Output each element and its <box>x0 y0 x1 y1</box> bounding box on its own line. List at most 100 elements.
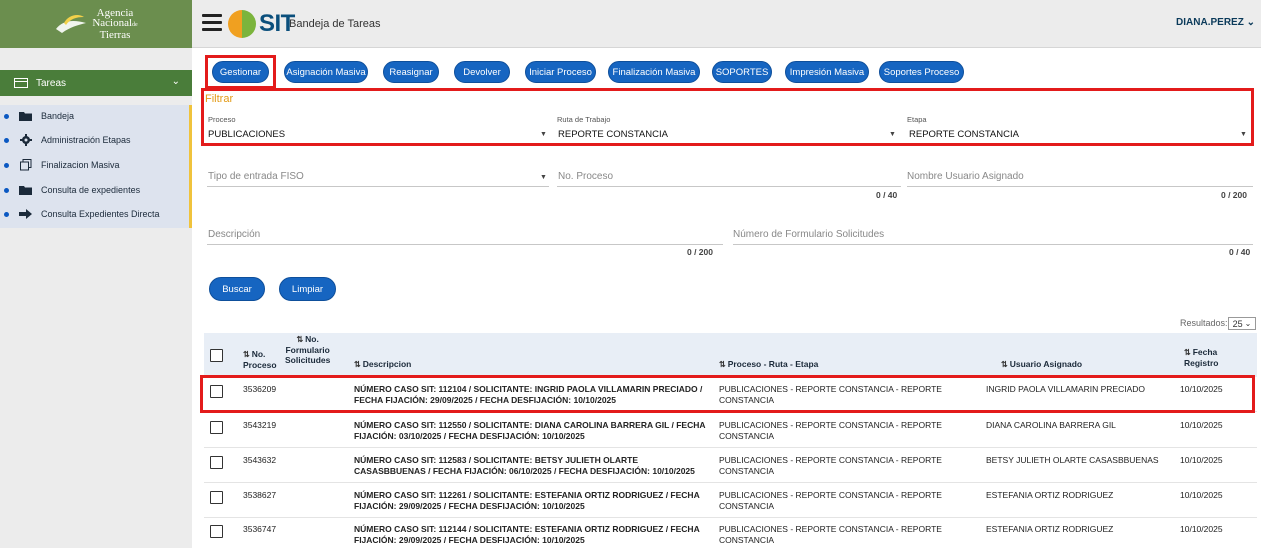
tipo-entrada-select[interactable]: Tipo de entrada FISO <box>208 171 304 182</box>
finalizacion-masiva-button[interactable]: Finalización Masiva <box>608 61 700 83</box>
user-menu[interactable]: DIANA.PEREZ ⌄ <box>1176 17 1255 28</box>
table-row[interactable]: 3536209 NÚMERO CASO SIT: 112104 / SOLICI… <box>204 378 1257 412</box>
user-name: DIANA.PEREZ <box>1176 17 1244 28</box>
table-row[interactable]: 3543219 NÚMERO CASO SIT: 112550 / SOLICI… <box>204 414 1257 448</box>
tipo-entrada-underline <box>207 186 549 187</box>
no-proceso-counter: 0 / 40 <box>876 190 898 200</box>
cell-descripcion: NÚMERO CASO SIT: 112583 / SOLICITANTE: B… <box>354 455 695 476</box>
cell-proceso-ruta-etapa: PUBLICACIONES - REPORTE CONSTANCIA - REP… <box>719 524 942 545</box>
bullet-icon <box>4 211 9 217</box>
gestionar-button[interactable]: Gestionar <box>212 61 269 83</box>
hamburger-menu-icon[interactable] <box>202 14 222 32</box>
cell-descripcion: NÚMERO CASO SIT: 112261 / SOLICITANTE: E… <box>354 490 700 511</box>
etapa-label: Etapa <box>907 115 927 124</box>
cell-no-proceso: 3543632 <box>243 455 277 465</box>
folder-open-icon <box>19 112 32 121</box>
highlight-filtrar <box>201 88 1254 146</box>
cell-usuario-asignado: BETSY JULIETH OLARTE CASASBBUENAS <box>986 455 1159 465</box>
sit-circle-icon <box>228 10 256 38</box>
row-checkbox[interactable] <box>210 491 223 504</box>
agency-logo-text: Agencia Nacionalde Tierras <box>92 7 138 41</box>
soportes-button[interactable]: SOPORTES <box>712 61 772 83</box>
bullet-icon <box>4 137 9 143</box>
sidebar-item-administracion-etapas[interactable]: Administración Etapas <box>4 133 131 147</box>
gear-icon <box>20 134 32 146</box>
sort-icon[interactable]: ⇅ <box>243 350 250 359</box>
sort-icon[interactable]: ⇅ <box>1001 360 1008 369</box>
etapa-select[interactable]: REPORTE CONSTANCIA <box>909 129 1019 140</box>
sort-icon[interactable]: ⇅ <box>296 335 303 344</box>
cell-proceso-ruta-etapa: PUBLICACIONES - REPORTE CONSTANCIA - REP… <box>719 420 942 441</box>
row-checkbox[interactable] <box>210 456 223 469</box>
chevron-down-icon[interactable]: ▼ <box>540 131 547 138</box>
row-checkbox[interactable] <box>210 421 223 434</box>
cell-no-proceso: 3538627 <box>243 490 277 500</box>
iniciar-proceso-button[interactable]: Iniciar Proceso <box>525 61 596 83</box>
numero-formulario-counter: 0 / 40 <box>1229 247 1251 257</box>
bullet-icon <box>4 162 9 168</box>
sort-icon[interactable]: ⇅ <box>719 360 726 369</box>
cell-proceso-ruta-etapa: PUBLICACIONES - REPORTE CONSTANCIA - REP… <box>719 455 942 476</box>
descripcion-input[interactable]: Descripción <box>208 229 260 240</box>
row-checkbox[interactable] <box>210 525 223 538</box>
row-checkbox[interactable] <box>210 385 223 398</box>
header-descripcion[interactable]: ⇅ Descripcion <box>354 359 411 370</box>
agency-logo[interactable]: Agencia Nacionalde Tierras <box>0 0 192 48</box>
sidebar-item-consulta-expedientes-directa[interactable]: Consulta Expedientes Directa <box>4 207 160 221</box>
cell-fecha-registro: 10/10/2025 <box>1180 524 1223 534</box>
folder-open-icon <box>19 186 32 195</box>
header-usuario-asignado[interactable]: ⇅ Usuario Asignado <box>1001 359 1082 370</box>
arrow-right-icon <box>19 209 32 219</box>
buscar-button[interactable]: Buscar <box>209 277 265 301</box>
sidebar-item-bandeja[interactable]: Bandeja <box>4 109 74 123</box>
reasignar-button[interactable]: Reasignar <box>383 61 439 83</box>
cell-proceso-ruta-etapa: PUBLICACIONES - REPORTE CONSTANCIA - REP… <box>719 384 942 405</box>
chevron-down-icon[interactable]: ▼ <box>889 131 896 138</box>
cell-usuario-asignado: ESTEFANIA ORTIZ RODRIGUEZ <box>986 490 1114 500</box>
devolver-button[interactable]: Devolver <box>454 61 510 83</box>
cell-fecha-registro: 10/10/2025 <box>1180 455 1223 465</box>
ruta-trabajo-label: Ruta de Trabajo <box>557 115 611 124</box>
sort-icon[interactable]: ⇅ <box>1184 348 1191 357</box>
sidebar-section-label: Tareas <box>36 77 67 89</box>
chevron-down-icon: ⌄ <box>1244 319 1252 328</box>
select-all-checkbox[interactable] <box>210 349 223 362</box>
soportes-proceso-button[interactable]: Soportes Proceso <box>879 61 964 83</box>
nombre-usuario-underline <box>907 186 1253 187</box>
header-proceso-ruta-etapa[interactable]: ⇅ Proceso - Ruta - Etapa <box>719 359 818 370</box>
cell-usuario-asignado: INGRID PAOLA VILLAMARIN PRECIADO <box>986 384 1146 394</box>
page-size-select[interactable]: 25 ⌄ <box>1228 317 1256 330</box>
table-row[interactable]: 3538627 NÚMERO CASO SIT: 112261 / SOLICI… <box>204 484 1257 518</box>
table-row[interactable]: 3543632 NÚMERO CASO SIT: 112583 / SOLICI… <box>204 449 1257 483</box>
header-fecha-registro[interactable]: ⇅ Fecha Registro <box>1184 347 1218 368</box>
list-icon <box>14 78 28 88</box>
cell-no-proceso: 3536209 <box>243 384 277 394</box>
proceso-select[interactable]: PUBLICACIONES <box>208 129 285 140</box>
filter-title: Filtrar <box>205 93 234 105</box>
sidebar-item-consulta-expedientes[interactable]: Consulta de expedientes <box>4 183 140 197</box>
header-no-proceso[interactable]: ⇅ No. Proceso <box>243 349 277 370</box>
bullet-icon <box>4 113 9 119</box>
sidebar-menu: Bandeja Administración Etapas Finalizaci… <box>0 105 192 228</box>
ruta-trabajo-select[interactable]: REPORTE CONSTANCIA <box>558 129 668 140</box>
chevron-down-icon[interactable]: ▼ <box>540 174 547 181</box>
no-proceso-input[interactable]: No. Proceso <box>558 171 613 182</box>
cell-descripcion: NÚMERO CASO SIT: 112144 / SOLICITANTE: E… <box>354 524 700 545</box>
numero-formulario-input[interactable]: Número de Formulario Solicitudes <box>733 229 884 240</box>
cell-fecha-registro: 10/10/2025 <box>1180 490 1223 500</box>
cell-descripcion: NÚMERO CASO SIT: 112550 / SOLICITANTE: D… <box>354 420 706 441</box>
header-no-formulario[interactable]: ⇅ No. Formulario Solicitudes <box>285 334 330 365</box>
no-proceso-underline <box>557 186 901 187</box>
sort-icon[interactable]: ⇅ <box>354 360 361 369</box>
sidebar-item-finalizacion-masiva[interactable]: Finalizacion Masiva <box>4 158 120 172</box>
sidebar-section-tareas[interactable]: Tareas ⌄ <box>0 70 192 96</box>
cell-fecha-registro: 10/10/2025 <box>1180 420 1223 430</box>
chevron-down-icon[interactable]: ▼ <box>1240 131 1247 138</box>
hand-leaf-icon <box>56 15 87 33</box>
cell-descripcion: NÚMERO CASO SIT: 112104 / SOLICITANTE: I… <box>354 384 703 405</box>
limpiar-button[interactable]: Limpiar <box>279 277 336 301</box>
impresion-masiva-button[interactable]: Impresión Masiva <box>785 61 869 83</box>
asignacion-masiva-button[interactable]: Asignación Masiva <box>284 61 368 83</box>
nombre-usuario-input[interactable]: Nombre Usuario Asignado <box>907 171 1024 182</box>
table-row[interactable]: 3536747 NÚMERO CASO SIT: 112144 / SOLICI… <box>204 518 1257 548</box>
